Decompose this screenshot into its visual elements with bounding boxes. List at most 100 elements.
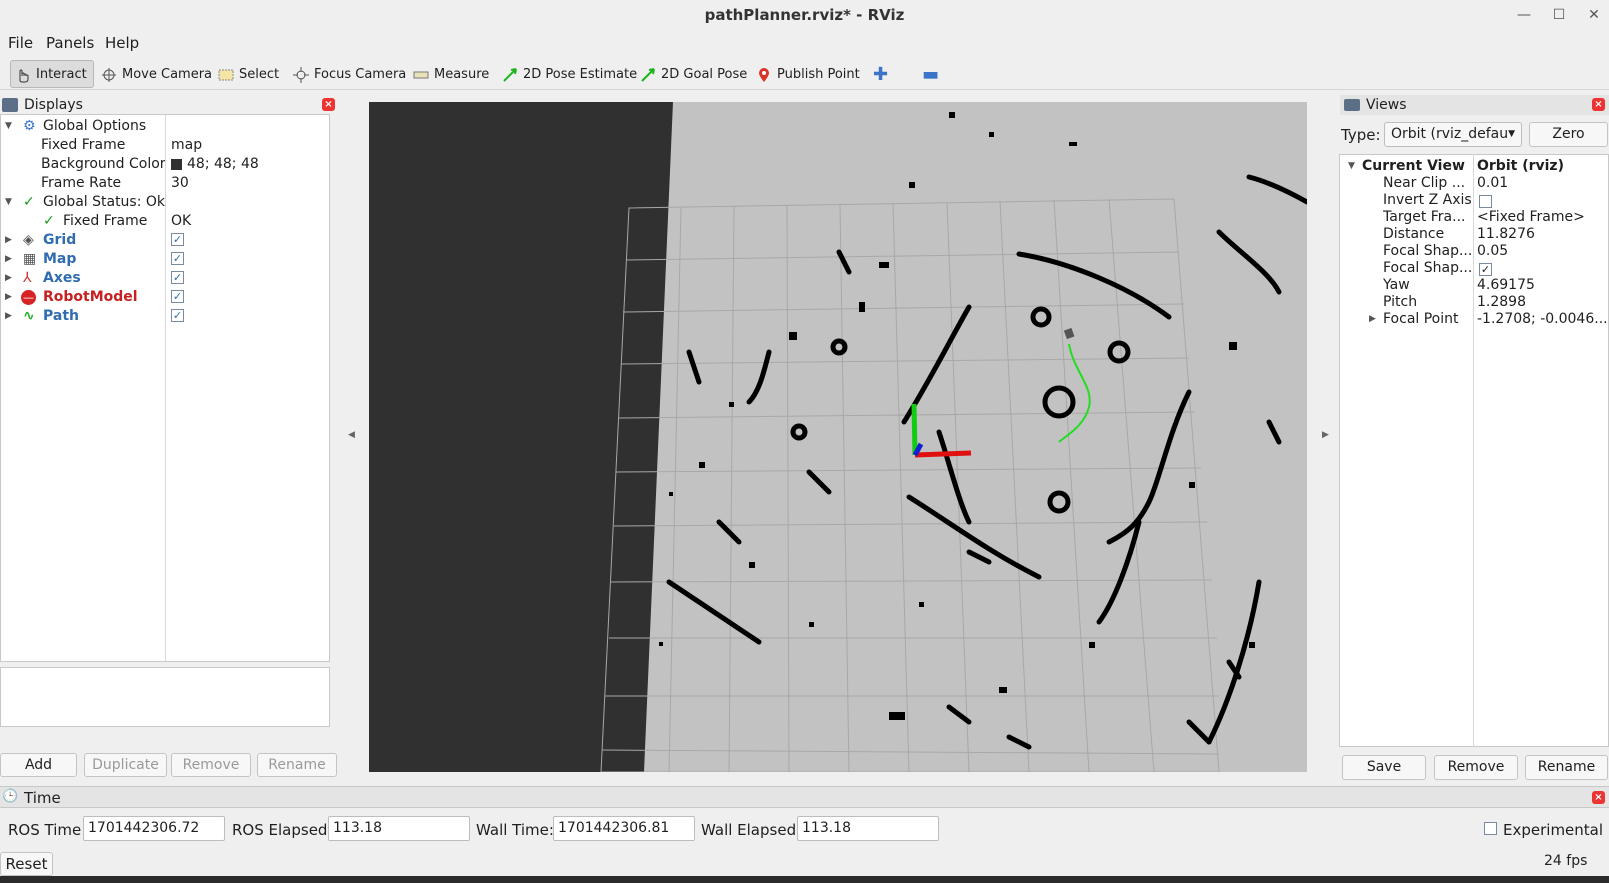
plus-icon[interactable]: ✚ xyxy=(869,60,892,88)
gear-icon: ⚙ xyxy=(23,118,36,134)
interact-label: Interact xyxy=(36,66,87,82)
tree-row-axes[interactable]: ▶ ⅄ Axes ✓ xyxy=(1,269,331,288)
duplicate-display-button[interactable]: Duplicate xyxy=(84,753,167,777)
focus-camera-tool-button[interactable]: Focus Camera xyxy=(289,60,410,88)
tree-row-target-frame[interactable]: Target Fra... <Fixed Frame> xyxy=(1340,209,1609,226)
tree-row-robotmodel[interactable]: ▶ — RobotModel ✓ xyxy=(1,288,331,307)
rename-display-button[interactable]: Rename xyxy=(257,753,337,777)
close-views-icon[interactable]: × xyxy=(1592,98,1605,111)
color-swatch[interactable] xyxy=(171,159,182,170)
ros-elapsed-field[interactable]: 113.18 xyxy=(328,816,470,841)
tree-row-distance[interactable]: Distance 11.8276 xyxy=(1340,226,1609,243)
maximize-icon[interactable]: ☐ xyxy=(1548,4,1570,26)
wall-elapsed-field[interactable]: 113.18 xyxy=(797,816,939,841)
pitch-value[interactable]: 1.2898 xyxy=(1477,294,1526,311)
publish-point-tool-button[interactable]: Publish Point xyxy=(752,60,864,88)
select-tool-button[interactable]: Select xyxy=(214,60,283,88)
fps-readout: 24 fps xyxy=(1544,853,1588,869)
fixed-frame-value[interactable]: map xyxy=(171,136,202,155)
menu-panels[interactable]: Panels xyxy=(46,34,94,52)
tree-row-frame-rate[interactable]: Frame Rate 30 xyxy=(1,174,331,193)
tree-row-global-status[interactable]: ▼ ✓ Global Status: Ok xyxy=(1,193,331,212)
frame-rate-value[interactable]: 30 xyxy=(171,174,189,193)
tree-row-current-view[interactable]: ▼ Current View Orbit (rviz) xyxy=(1340,158,1609,175)
expand-arrow-icon[interactable]: ▶ xyxy=(5,288,15,307)
tree-row-invert-z[interactable]: Invert Z Axis xyxy=(1340,192,1609,209)
tree-row-map[interactable]: ▶ ▦ Map ✓ xyxy=(1,250,331,269)
yaw-value[interactable]: 4.69175 xyxy=(1477,277,1535,294)
select-rectangle-icon xyxy=(218,67,236,81)
interact-tool-button[interactable]: Interact xyxy=(10,60,94,88)
experimental-label: Experimental xyxy=(1503,821,1604,839)
add-display-button[interactable]: Add xyxy=(0,753,77,777)
expand-arrow-icon[interactable]: ▶ xyxy=(5,307,15,326)
collapse-arrow-icon[interactable]: ▼ xyxy=(5,117,15,136)
close-time-icon[interactable]: × xyxy=(1592,791,1605,804)
measure-tool-button[interactable]: Measure xyxy=(409,60,493,88)
collapse-arrow-icon[interactable]: ▼ xyxy=(5,193,15,212)
distance-value[interactable]: 11.8276 xyxy=(1477,226,1535,243)
ros-time-field[interactable]: 1701442306.72 xyxy=(83,816,225,841)
tree-row-fixed-frame[interactable]: Fixed Frame map xyxy=(1,136,331,155)
map-checkbox[interactable]: ✓ xyxy=(171,252,184,265)
invert-z-checkbox[interactable] xyxy=(1479,195,1492,208)
remove-display-button[interactable]: Remove xyxy=(171,753,251,777)
wall-time-field[interactable]: 1701442306.81 xyxy=(553,816,695,841)
save-view-button[interactable]: Save xyxy=(1342,755,1426,780)
tree-row-focal-shape-size[interactable]: Focal Shap... 0.05 xyxy=(1340,243,1609,260)
focal-shape-fixed-checkbox[interactable]: ✓ xyxy=(1479,263,1492,276)
pose-estimate-tool-button[interactable]: 2D Pose Estimate xyxy=(498,60,641,88)
near-clip-value[interactable]: 0.01 xyxy=(1477,175,1508,192)
zero-view-button[interactable]: Zero xyxy=(1529,122,1608,147)
tree-row-global-options[interactable]: ▼ ⚙ Global Options xyxy=(1,117,331,136)
ros-time-label: ROS Time: xyxy=(8,821,87,839)
tree-row-path[interactable]: ▶ ∿ Path ✓ xyxy=(1,307,331,326)
tree-row-label: Fixed Frame xyxy=(41,137,126,153)
collapse-left-icon[interactable]: ◀ xyxy=(348,430,355,440)
axes-checkbox[interactable]: ✓ xyxy=(171,271,184,284)
tree-row-label: Invert Z Axis xyxy=(1383,192,1472,208)
move-camera-tool-button[interactable]: Move Camera xyxy=(97,60,216,88)
path-checkbox[interactable]: ✓ xyxy=(171,309,184,322)
menu-file[interactable]: File xyxy=(8,34,33,52)
expand-arrow-icon[interactable]: ▶ xyxy=(5,231,15,250)
render-3d-view[interactable] xyxy=(369,102,1307,772)
reset-button[interactable]: Reset xyxy=(0,852,53,876)
target-frame-value[interactable]: <Fixed Frame> xyxy=(1477,209,1585,226)
rename-view-button[interactable]: Rename xyxy=(1525,755,1608,780)
menu-help[interactable]: Help xyxy=(105,34,139,52)
axes-icon: ⅄ xyxy=(23,270,32,286)
expand-arrow-icon[interactable]: ▶ xyxy=(5,269,15,288)
collapse-right-icon[interactable]: ▶ xyxy=(1322,430,1329,440)
tree-row-label: Yaw xyxy=(1383,277,1410,293)
tree-row-background-color[interactable]: Background Color 48; 48; 48 xyxy=(1,155,331,174)
collapse-arrow-icon[interactable]: ▼ xyxy=(1348,158,1355,175)
close-displays-icon[interactable]: × xyxy=(322,98,335,111)
focal-shape-size-value[interactable]: 0.05 xyxy=(1477,243,1508,260)
tree-row-focal-point[interactable]: ▶ Focal Point -1.2708; -0.0046... xyxy=(1340,311,1609,328)
tree-row-focal-shape-fixed[interactable]: Focal Shap... ✓ xyxy=(1340,260,1609,277)
ros-elapsed-label: ROS Elapsed: xyxy=(232,821,333,839)
minus-icon[interactable]: ▬ xyxy=(918,60,943,88)
background-color-value[interactable]: 48; 48; 48 xyxy=(187,155,259,174)
goal-pose-tool-button[interactable]: 2D Goal Pose xyxy=(636,60,751,88)
remove-view-button[interactable]: Remove xyxy=(1434,755,1518,780)
tree-row-pitch[interactable]: Pitch 1.2898 xyxy=(1340,294,1609,311)
tree-row-near-clip[interactable]: Near Clip ... 0.01 xyxy=(1340,175,1609,192)
expand-arrow-icon[interactable]: ▶ xyxy=(1369,311,1376,328)
grid-checkbox[interactable]: ✓ xyxy=(171,233,184,246)
displays-title: Displays xyxy=(24,97,83,113)
experimental-checkbox[interactable] xyxy=(1484,822,1497,835)
expand-arrow-icon[interactable]: ▶ xyxy=(5,250,15,269)
column-divider xyxy=(165,114,166,662)
tree-row-grid[interactable]: ▶ ◈ Grid ✓ xyxy=(1,231,331,250)
close-icon[interactable]: ✕ xyxy=(1583,4,1605,26)
tree-row-status-fixed-frame[interactable]: ✓ Fixed Frame OK xyxy=(1,212,331,231)
focal-point-value[interactable]: -1.2708; -0.0046... xyxy=(1477,311,1608,328)
monitor-icon xyxy=(2,98,18,112)
view-type-select[interactable]: Orbit (rviz_defau ▼ xyxy=(1384,122,1522,147)
views-tree[interactable]: ▼ Current View Orbit (rviz) Near Clip ..… xyxy=(1339,154,1609,747)
robotmodel-checkbox[interactable]: ✓ xyxy=(171,290,184,303)
tree-row-yaw[interactable]: Yaw 4.69175 xyxy=(1340,277,1609,294)
minimize-icon[interactable]: — xyxy=(1513,4,1535,26)
